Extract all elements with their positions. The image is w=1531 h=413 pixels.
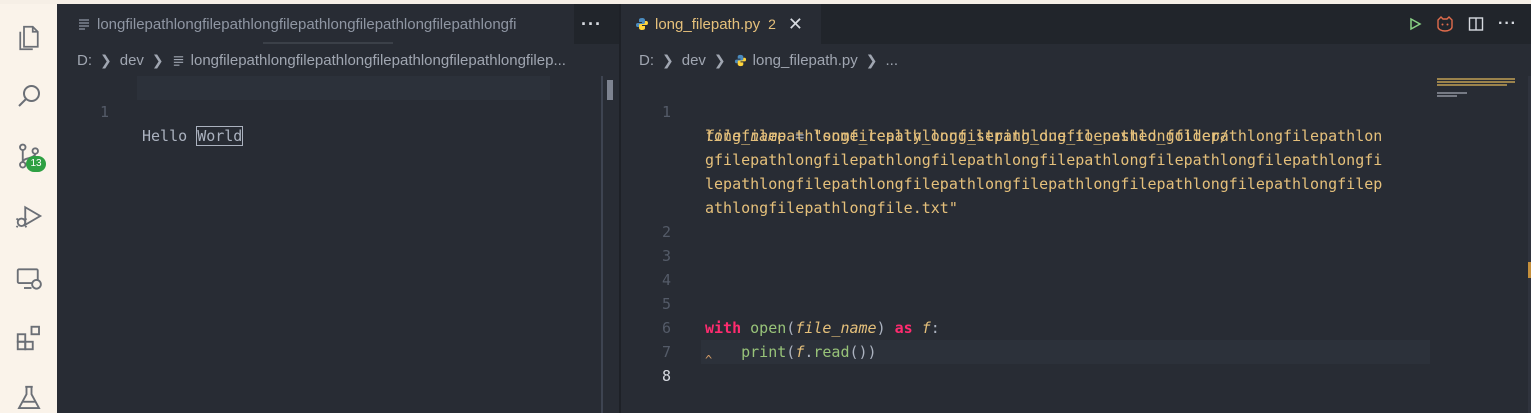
python-file-icon: [734, 54, 747, 67]
copilot-icon[interactable]: [1436, 16, 1454, 32]
code-line: 1 file_name = "some_really_long_string_d…: [621, 76, 1531, 145]
activity-bar: 13: [0, 4, 57, 413]
vertical-scrollbar-thumb[interactable]: [607, 80, 613, 100]
problem-count-badge: 2: [768, 16, 776, 32]
tab-label: long_filepath.py: [655, 15, 761, 33]
text-file-icon: [172, 54, 185, 67]
text-file-icon: [77, 17, 91, 31]
source-control-badge: 13: [26, 156, 46, 172]
left-tab-bar: longfilepathlongfilepathlongfilepathlong…: [57, 4, 619, 44]
code-line-wrap: longfilepathlongfilepathlongfilepathlong…: [705, 127, 1383, 145]
chevron-right-icon: ❯: [865, 51, 878, 68]
left-editor-group: longfilepathlongfilepathlongfilepathlong…: [57, 4, 619, 413]
breadcrumb-drive[interactable]: D:: [77, 52, 92, 69]
code-line: 8 ^: [621, 340, 1531, 385]
split-editor-icon[interactable]: [1468, 16, 1484, 32]
code-line: 1 Hello World: [57, 76, 619, 146]
run-icon[interactable]: [1408, 17, 1422, 31]
line-number: 1: [99, 103, 109, 121]
vertical-scrollbar-track[interactable]: [601, 76, 603, 413]
breadcrumb-folder[interactable]: dev: [682, 52, 706, 69]
chevron-right-icon: ❯: [151, 51, 164, 68]
code-line-wrap: athlongfilepathlongfile.txt": [705, 199, 958, 217]
code-line-wrap: lepathlongfilepathlongfilepathlongfilepa…: [705, 175, 1383, 193]
code-line: 3: [621, 220, 1531, 265]
breadcrumb-more[interactable]: ...: [885, 52, 898, 69]
chevron-right-icon: ❯: [662, 51, 674, 68]
breadcrumb-drive[interactable]: D:: [639, 52, 654, 69]
tab-scroll-indicator: [263, 42, 393, 44]
code-line: 7: [621, 316, 1531, 361]
chevron-right-icon: ❯: [713, 51, 726, 68]
breadcrumb: D: ❯ dev ❯ long_filepath.py ❯ ...: [639, 48, 898, 72]
code-line: 5 with open(file_name) as f:: [621, 268, 1531, 337]
run-debug-icon[interactable]: [0, 192, 57, 240]
explorer-icon[interactable]: [0, 14, 57, 62]
testing-icon[interactable]: [0, 374, 57, 413]
remote-explorer-icon[interactable]: [0, 254, 57, 302]
right-tab-bar: long_filepath.py 2 ✕ ···: [621, 4, 1531, 44]
left-code-area[interactable]: 1 Hello World: [57, 76, 619, 146]
tab-longfilepath[interactable]: longfilepathlongfilepathlongfilepathlong…: [57, 4, 574, 44]
line-text: Hello World: [142, 126, 244, 146]
more-actions-icon[interactable]: ···: [1498, 15, 1517, 33]
minimap[interactable]: [1437, 78, 1517, 108]
breadcrumb-file[interactable]: long_filepath.py: [753, 52, 858, 69]
editor-actions: ···: [1408, 4, 1517, 44]
tab-label: longfilepathlongfilepathlongfilepathlong…: [97, 15, 517, 33]
right-editor-group: long_filepath.py 2 ✕ ··· D: ❯ dev ❯ long…: [621, 4, 1531, 413]
word-highlight: World: [196, 126, 244, 146]
breadcrumb-folder[interactable]: dev: [120, 52, 144, 69]
line-number: 8: [661, 367, 671, 385]
code-line: 2: [621, 196, 1531, 241]
code-line: 4: [621, 244, 1531, 289]
search-icon[interactable]: [0, 72, 57, 120]
breadcrumb-file[interactable]: longfilepathlongfilepathlongfilepathlong…: [191, 52, 566, 69]
code-line: 6 print(f.read()): [621, 292, 1531, 361]
tab-long-filepath-py[interactable]: long_filepath.py 2 ✕: [621, 4, 821, 44]
chevron-right-icon: ❯: [100, 51, 112, 68]
more-actions-button[interactable]: ···: [581, 14, 602, 35]
close-icon[interactable]: ✕: [788, 14, 803, 35]
source-control-icon[interactable]: 13: [0, 132, 57, 180]
right-code-area[interactable]: 1 file_name = "some_really_long_string_d…: [621, 76, 1531, 385]
breadcrumb: D: ❯ dev ❯ longfilepathlongfilepathlongf…: [77, 48, 566, 72]
code-line-wrap: gfilepathlongfilepathlongfilepathlongfil…: [705, 151, 1383, 169]
extensions-icon[interactable]: [0, 314, 57, 362]
python-file-icon: [635, 17, 649, 31]
lint-warning-marker: ^: [705, 353, 713, 367]
